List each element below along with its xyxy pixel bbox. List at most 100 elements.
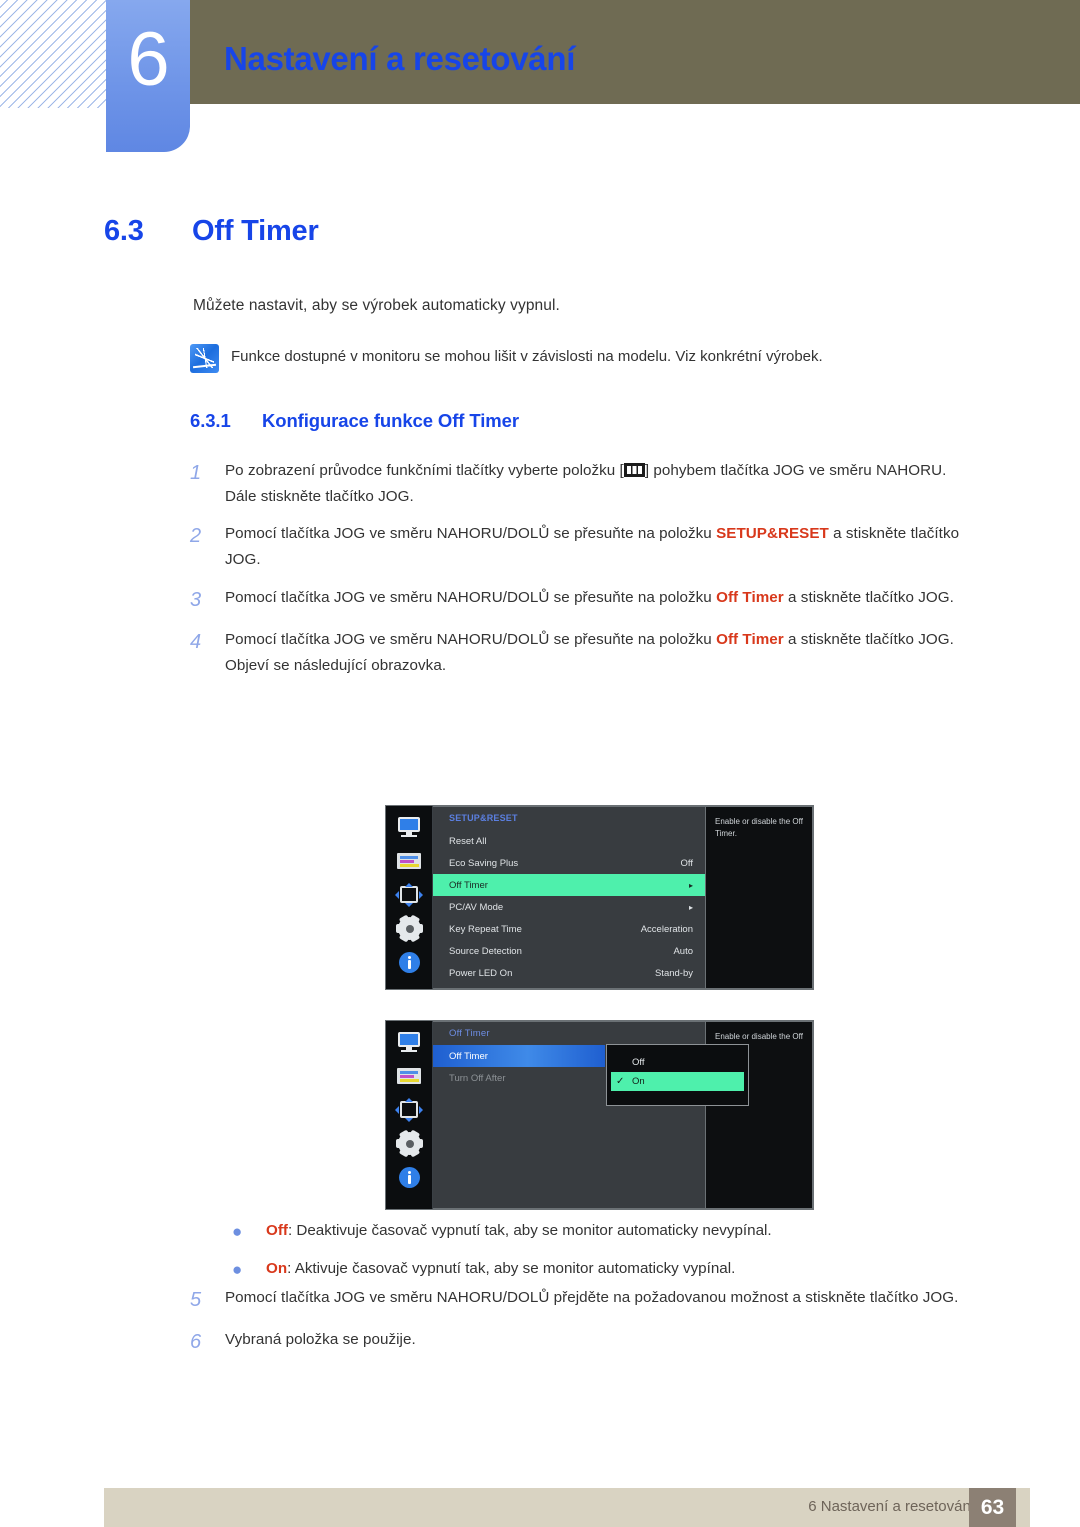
osd-item-value: Stand-by <box>654 967 693 979</box>
step-body: Pomocí tlačítka JOG ve směru NAHORU/DOLŮ… <box>225 627 990 679</box>
osd-menu-item[interactable]: Power LED On Stand-by <box>433 962 705 984</box>
step-number: 6 <box>190 1331 202 1353</box>
osd-item-arrow: ▸ <box>688 880 693 890</box>
osd-option-label: Off <box>632 1057 645 1068</box>
step-keyword: SETUP&RESET <box>716 525 829 543</box>
osd-item-label: Source Detection <box>449 945 522 957</box>
osd-menu-heading: SETUP&RESET <box>449 813 518 823</box>
step-text-after: ] pohybem tlačítka JOG ve směru NAHORU. <box>644 462 947 479</box>
osd-menu-panel: Off Timer Off Timer Turn Off After Off ✓… <box>433 1021 749 1209</box>
section-number: 6.3 <box>104 215 144 247</box>
section-title: Off Timer <box>192 215 319 247</box>
steps-list-second: 5 Pomocí tlačítka JOG ve směru NAHORU/DO… <box>190 1285 990 1369</box>
step-extra-text: Objeví se následující obrazovka. <box>225 656 447 674</box>
step-number: 4 <box>190 630 202 653</box>
gear-icon <box>396 1133 422 1155</box>
gear-icon <box>396 918 422 940</box>
osd-menu-item[interactable]: Source Detection Auto <box>433 940 705 962</box>
osd-menu-item[interactable]: Eco Saving Plus Off <box>433 852 705 874</box>
osd-menu-panel: SETUP&RESET Reset All Eco Saving Plus Of… <box>433 806 706 989</box>
bullet-description: : Deaktivuje časovač vypnutí tak, aby se… <box>287 1222 772 1239</box>
osd-option-check: ✓ <box>616 1076 625 1087</box>
step-keyword: Off Timer <box>716 630 784 648</box>
osd-menu-item-selected[interactable]: Off Timer ▸ <box>433 874 705 896</box>
picture-icon <box>396 850 422 872</box>
steps-list-first: 1 Po zobrazení průvodce funkčními tlačít… <box>190 458 990 690</box>
osd-menu-heading: Off Timer <box>449 1028 490 1039</box>
step-text-after: a stiskněte tlačítko JOG. <box>783 630 954 648</box>
chapter-number: 6 <box>127 17 169 102</box>
osd-icon-rail <box>386 806 433 989</box>
osd-screenshot-off-timer: Off Timer Off Timer Turn Off After Off ✓… <box>386 1021 813 1209</box>
osd-option-popup: Off ✓ On <box>606 1044 749 1106</box>
picture-icon <box>396 1065 422 1087</box>
step-text-before: Pomocí tlačítka JOG ve směru NAHORU/DOLŮ… <box>225 588 717 606</box>
osd-option-label: On <box>632 1076 645 1087</box>
osd-item-value: Acceleration <box>640 923 693 935</box>
step-keyword: Off Timer <box>716 588 784 606</box>
step-number: 5 <box>190 1289 202 1311</box>
info-icon <box>396 952 422 974</box>
osd-icon-rail <box>386 1021 433 1209</box>
step-body: Po zobrazení průvodce funkčními tlačítky… <box>225 458 990 510</box>
osd-item-label: Power LED On <box>449 967 513 979</box>
osd-menu-item[interactable]: Reset All <box>433 830 705 852</box>
step-number: 3 <box>190 588 202 611</box>
step-extra-text: Dále stiskněte tlačítko JOG. <box>225 488 414 506</box>
osd-menu-list: Reset All Eco Saving Plus Off Off Timer … <box>433 830 705 984</box>
step-text-before: Pomocí tlačítka JOG ve směru NAHORU/DOLŮ… <box>225 525 717 543</box>
step-body: Pomocí tlačítka JOG ve směru NAHORU/DOLŮ… <box>225 521 990 573</box>
osd-menu-item[interactable]: Key Repeat Time Acceleration <box>433 918 705 940</box>
position-icon <box>395 1098 423 1122</box>
osd-item-value: Off <box>680 857 694 869</box>
osd-option-off[interactable]: Off <box>607 1053 748 1072</box>
osd-description-panel: Enable or disable the Off Timer. <box>706 806 813 989</box>
header-hatch-decoration <box>0 0 108 108</box>
chapter-title: Nastavení a resetování <box>224 40 576 77</box>
bullet-dot-icon: ● <box>232 1260 243 1280</box>
osd-item-label: PC/AV Mode <box>449 901 504 913</box>
section-intro-text: Můžete nastavit, aby se výrobek automati… <box>193 297 560 314</box>
bullet-item: ● On: Aktivuje časovač vypnutí tak, aby … <box>232 1259 992 1281</box>
position-icon <box>395 883 423 907</box>
step-item: 6 Vybraná položka se použije. <box>190 1327 990 1358</box>
osd-menu-item[interactable]: PC/AV Mode ▸ <box>433 896 705 918</box>
step-text-before: Pomocí tlačítka JOG ve směru NAHORU/DOLŮ… <box>225 630 717 648</box>
step-number: 2 <box>190 525 202 548</box>
chapter-tab: 6 <box>106 0 190 152</box>
monitor-icon <box>396 1031 422 1053</box>
step-body: Pomocí tlačítka JOG ve směru NAHORU/DOLŮ… <box>225 585 990 616</box>
osd-option-on-selected[interactable]: ✓ On <box>611 1072 744 1091</box>
osd-item-label: Reset All <box>449 835 487 847</box>
osd-screenshot-setup-reset: SETUP&RESET Reset All Eco Saving Plus Of… <box>386 806 813 989</box>
osd-menu-item-selected[interactable]: Off Timer <box>433 1045 605 1067</box>
section-heading: 6.3 Off Timer <box>104 215 319 248</box>
monitor-icon <box>396 816 422 838</box>
step-body: Pomocí tlačítka JOG ve směru NAHORU/DOLŮ… <box>225 1289 959 1306</box>
menu-button-icon <box>623 463 645 477</box>
step-item: 1 Po zobrazení průvodce funkčními tlačít… <box>190 458 990 510</box>
note-pen-icon <box>190 344 219 373</box>
step-item: 4 Pomocí tlačítka JOG ve směru NAHORU/DO… <box>190 627 990 679</box>
step-text-after: a stiskněte tlačítko JOG. <box>783 588 954 606</box>
step-body: Vybraná položka se použije. <box>225 1331 416 1348</box>
bullet-text: On: Aktivuje časovač vypnutí tak, aby se… <box>266 1259 735 1281</box>
page-number: 63 <box>969 1488 1016 1527</box>
info-icon <box>396 1167 422 1189</box>
osd-item-arrow: ▸ <box>688 902 693 912</box>
osd-item-label: Eco Saving Plus <box>449 857 519 869</box>
step-item: 3 Pomocí tlačítka JOG ve směru NAHORU/DO… <box>190 585 990 616</box>
step-item: 5 Pomocí tlačítka JOG ve směru NAHORU/DO… <box>190 1285 990 1316</box>
bullet-keyword: Off <box>266 1222 288 1239</box>
osd-item-value: Auto <box>673 945 693 957</box>
subsection-title: Konfigurace funkce Off Timer <box>262 410 519 431</box>
note-text: Funkce dostupné v monitoru se mohou liši… <box>231 348 823 365</box>
note-callout: Funkce dostupné v monitoru se mohou liši… <box>190 344 950 373</box>
document-page: 6 Nastavení a resetování 6.3 Off Timer Mů… <box>0 0 1080 1527</box>
bullet-description: : Aktivuje časovač vypnutí tak, aby se m… <box>287 1260 736 1278</box>
bullet-text: Off: Deaktivuje časovač vypnutí tak, aby… <box>266 1221 772 1243</box>
step-text-before: Po zobrazení průvodce funkčními tlačítky… <box>225 462 624 479</box>
osd-item-label: Off Timer <box>449 1050 488 1062</box>
subsection-number: 6.3.1 <box>190 410 231 431</box>
step-number: 1 <box>190 462 202 484</box>
